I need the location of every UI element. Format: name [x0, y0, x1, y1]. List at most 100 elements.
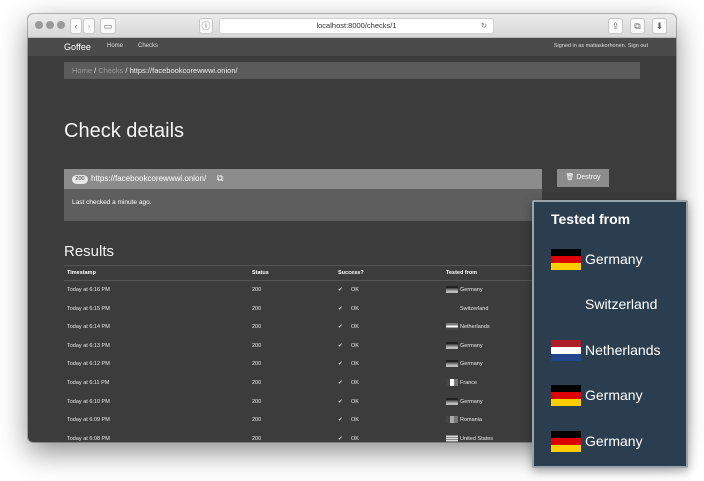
cell-timestamp: Today at 6:11 PM	[67, 379, 110, 386]
cell-timestamp: Today at 6:14 PM	[67, 324, 110, 331]
column-header-success: Success?	[338, 270, 364, 276]
table-header: Timestamp Status Success? Tested from	[64, 265, 542, 281]
flag-icon	[446, 416, 458, 424]
cell-country: Switzerland	[460, 305, 489, 312]
navbar: Goffee Home Checks Signed in as matiasko…	[28, 38, 676, 56]
flag-icon	[551, 385, 581, 406]
nav-link-home[interactable]: Home	[107, 43, 123, 49]
table-body: Today at 6:16 PM 200 ✔ OK Germany Today at 6:…	[64, 281, 542, 442]
check-icon: ✔	[338, 342, 343, 349]
breadcrumb-separator: /	[94, 66, 97, 75]
table-row: Today at 6:12 PM 200 ✔ OK Germany	[64, 355, 542, 374]
cell-status: 200	[252, 361, 262, 368]
signed-in-text: Signed in as matiaskorhonen.	[553, 43, 627, 49]
flag-icon	[551, 340, 581, 361]
flag-icon	[551, 249, 581, 270]
cell-country: Germany	[460, 361, 483, 368]
column-header-tested-from: Tested from	[446, 270, 478, 276]
flag-icon	[446, 397, 458, 405]
external-link-icon[interactable]: ⧉	[217, 173, 223, 184]
check-panel: 200 https://facebookcorewwwi.onion/ ⧉ La…	[64, 169, 542, 221]
cell-timestamp: Today at 6:12 PM	[67, 361, 110, 368]
cell-status: 200	[252, 398, 262, 405]
minimize-window-button[interactable]	[46, 21, 54, 29]
breadcrumb-home[interactable]: Home	[72, 66, 92, 75]
cell-success: OK	[351, 435, 359, 442]
last-checked-text: Last checked a minute ago.	[72, 199, 152, 206]
user-status: Signed in as matiaskorhonen. Sign out	[554, 43, 648, 49]
check-icon: ✔	[338, 435, 343, 442]
check-icon: ✔	[338, 417, 343, 424]
cell-success: OK	[351, 417, 359, 424]
breadcrumb: Home / Checks / https://facebookcorewwwi…	[64, 62, 640, 79]
results-title: Results	[64, 243, 115, 260]
breadcrumb-checks[interactable]: Checks	[98, 66, 123, 75]
close-window-button[interactable]	[35, 21, 43, 29]
flag-icon	[446, 360, 458, 368]
zoom-window-button[interactable]	[57, 21, 65, 29]
page-title: Check details	[64, 120, 185, 142]
destroy-button[interactable]: 🗑 Destroy	[557, 169, 609, 187]
cell-country: United States	[460, 435, 494, 442]
callout-country: Netherlands	[585, 342, 661, 358]
cell-timestamp: Today at 6:13 PM	[67, 342, 110, 349]
check-url-link[interactable]: https://facebookcorewwwi.onion/	[91, 174, 206, 183]
check-icon: ✔	[338, 305, 343, 312]
cell-timestamp: Today at 6:08 PM	[67, 435, 110, 442]
table-row: Today at 6:15 PM 200 ✔ OK Switzerland	[64, 300, 542, 319]
cell-success: OK	[351, 324, 359, 331]
cell-timestamp: Today at 6:16 PM	[67, 287, 110, 293]
cell-status: 200	[252, 435, 262, 442]
cell-success: OK	[351, 379, 359, 386]
flag-icon	[446, 286, 458, 293]
callout-country: Germany	[585, 433, 643, 449]
address-text: localhost:8000/checks/1	[316, 21, 397, 30]
callout-title: Tested from	[551, 211, 631, 227]
forward-icon[interactable]: ›	[83, 18, 95, 34]
destroy-label: Destroy	[576, 174, 601, 181]
cell-status: 200	[252, 417, 262, 424]
breadcrumb-separator: /	[125, 66, 128, 75]
cell-country: France	[460, 379, 478, 386]
check-icon: ✔	[338, 398, 343, 405]
cell-success: OK	[351, 398, 359, 405]
sidebar-icon[interactable]: ▭	[100, 18, 116, 34]
cell-country: Germany	[460, 398, 483, 405]
cell-timestamp: Today at 6:10 PM	[67, 398, 110, 405]
table-row: Today at 6:10 PM 200 ✔ OK Germany	[64, 393, 542, 412]
callout-country: Germany	[585, 251, 643, 267]
check-icon: ✔	[338, 361, 343, 368]
cell-status: 200	[252, 324, 262, 331]
trash-icon: 🗑	[565, 174, 575, 181]
reload-icon[interactable]: ↻	[481, 19, 487, 33]
cell-status: 200	[252, 287, 262, 293]
back-icon[interactable]: ‹	[70, 18, 82, 34]
table-row: Today at 6:09 PM 200 ✔ OK Romania	[64, 411, 542, 430]
flag-icon	[446, 341, 458, 349]
callout-country: Switzerland	[585, 296, 658, 312]
browser-titlebar: ‹ › ▭ ⓘ localhost:8000/checks/1 ↻ ⇪ ⧉ ⬇	[28, 14, 676, 38]
cell-status: 200	[252, 342, 262, 349]
cell-success: OK	[351, 342, 359, 349]
cell-timestamp: Today at 6:15 PM	[67, 305, 110, 312]
status-badge: 200	[72, 175, 88, 184]
table-row: Today at 6:13 PM 200 ✔ OK Germany	[64, 337, 542, 356]
cell-status: 200	[252, 305, 262, 312]
table-row: Today at 6:11 PM 200 ✔ OK France	[64, 374, 542, 393]
cell-country: Netherlands	[460, 324, 490, 331]
download-icon[interactable]: ⬇	[652, 18, 667, 34]
share-icon[interactable]: ⇪	[608, 18, 623, 34]
cell-success: OK	[351, 305, 359, 312]
sign-out-link[interactable]: Sign out	[628, 43, 648, 49]
flag-icon	[446, 378, 458, 386]
nav-link-checks[interactable]: Checks	[138, 43, 158, 49]
cell-success: OK	[351, 361, 359, 368]
table-row: Today at 6:14 PM 200 ✔ OK Netherlands	[64, 318, 542, 337]
brand-link[interactable]: Goffee	[64, 42, 91, 52]
column-header-status: Status	[252, 270, 269, 276]
address-bar[interactable]: localhost:8000/checks/1 ↻	[219, 18, 494, 34]
check-icon: ✔	[338, 379, 343, 386]
check-icon: ✔	[338, 324, 343, 331]
tabs-icon[interactable]: ⧉	[630, 18, 645, 34]
privacy-icon[interactable]: ⓘ	[199, 18, 213, 34]
